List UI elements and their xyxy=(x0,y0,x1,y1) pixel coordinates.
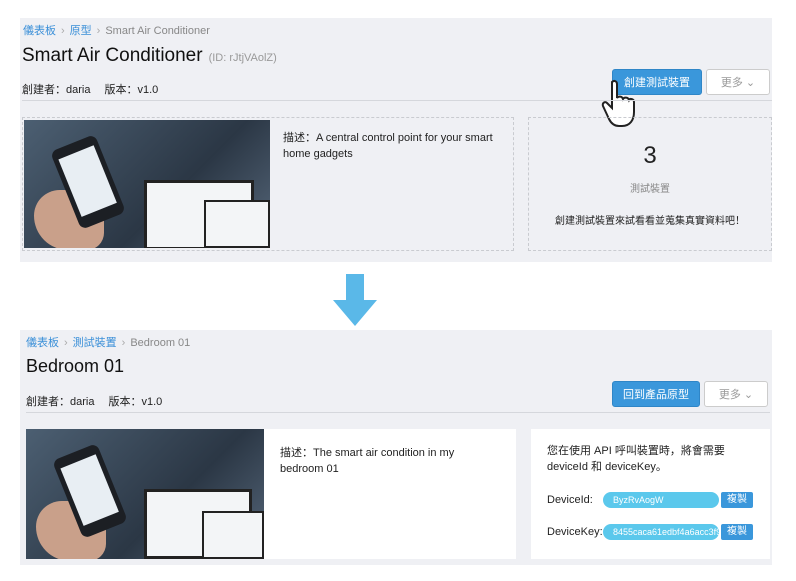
copy-device-id-button[interactable]: 複製 xyxy=(721,492,753,508)
meta-info: 創建者：daria 版本：v1.0 xyxy=(22,81,172,97)
creator: 創建者：daria xyxy=(22,84,91,96)
device-panel: 儀表板 › 測試裝置 › Bedroom 01 Bedroom 01 創建者：daria… xyxy=(20,330,772,565)
description-card: 描述：A central control point for your smar… xyxy=(22,117,514,251)
device-id-value[interactable]: ByzRvAogW xyxy=(603,492,719,508)
breadcrumb-test-devices[interactable]: 測試裝置 xyxy=(73,337,117,349)
creator: 創建者：daria xyxy=(26,396,95,408)
device-key-value[interactable]: 8455caca61edbf4a6acc3f9 xyxy=(603,524,719,540)
divider xyxy=(22,100,772,101)
breadcrumb: 儀表板 › 測試裝置 › Bedroom 01 xyxy=(26,337,191,349)
more-button[interactable]: 更多 ⌄ xyxy=(704,381,768,407)
description-text: 描述：The smart air condition in my bedroom… xyxy=(280,447,455,475)
description-text: 描述：A central control point for your smar… xyxy=(283,132,493,160)
device-key-label: DeviceKey: xyxy=(547,526,603,538)
chevron-down-icon: ⌄ xyxy=(745,76,756,89)
product-image xyxy=(26,429,264,559)
version: 版本：v1.0 xyxy=(108,396,163,408)
divider xyxy=(26,412,770,413)
breadcrumb: 儀表板 › 原型 › Smart Air Conditioner xyxy=(23,25,210,37)
more-label: 更多 xyxy=(720,77,743,89)
description-card: 描述：The smart air condition in my bedroom… xyxy=(26,429,516,559)
page-title: Bedroom 01 xyxy=(26,356,125,376)
product-image xyxy=(24,120,270,248)
device-count: 3 xyxy=(643,142,657,169)
api-info-text: 您在使用 API 呼叫裝置時，將會需要 deviceId 和 deviceKey… xyxy=(547,445,725,473)
copy-device-key-button[interactable]: 複製 xyxy=(721,524,753,540)
back-to-prototype-button[interactable]: 回到產品原型 xyxy=(612,381,700,407)
title-text: Smart Air Conditioner xyxy=(22,45,203,66)
device-count-label: 測試裝置 xyxy=(630,184,670,195)
page-title: Smart Air Conditioner (ID: rJtjVAolZ) xyxy=(22,45,277,67)
breadcrumb-current: Smart Air Conditioner xyxy=(105,25,210,37)
breadcrumb-current: Bedroom 01 xyxy=(130,337,191,349)
breadcrumb-prototype[interactable]: 原型 xyxy=(70,25,92,37)
breadcrumb-dashboard[interactable]: 儀表板 xyxy=(23,25,56,37)
arrow-down-icon xyxy=(333,274,377,326)
chevron-down-icon: ⌄ xyxy=(743,388,754,401)
device-id-label: DeviceId: xyxy=(547,494,593,506)
more-label: 更多 xyxy=(718,389,741,401)
device-hint: 創建測試裝置來試看看並蒐集真實資料吧！ xyxy=(555,216,745,227)
prototype-panel: 儀表板 › 原型 › Smart Air Conditioner Smart Air C… xyxy=(20,18,772,262)
test-devices-card: 3 測試裝置 創建測試裝置來試看看並蒐集真實資料吧！ xyxy=(528,117,772,251)
more-button[interactable]: 更多 ⌄ xyxy=(706,69,770,95)
api-credentials-card: 您在使用 API 呼叫裝置時，將會需要 deviceId 和 deviceKey… xyxy=(531,429,770,559)
breadcrumb-dashboard[interactable]: 儀表板 xyxy=(26,337,59,349)
prototype-id: (ID: rJtjVAolZ) xyxy=(208,52,277,64)
version: 版本：v1.0 xyxy=(104,84,159,96)
meta-info: 創建者：daria 版本：v1.0 xyxy=(26,393,176,409)
